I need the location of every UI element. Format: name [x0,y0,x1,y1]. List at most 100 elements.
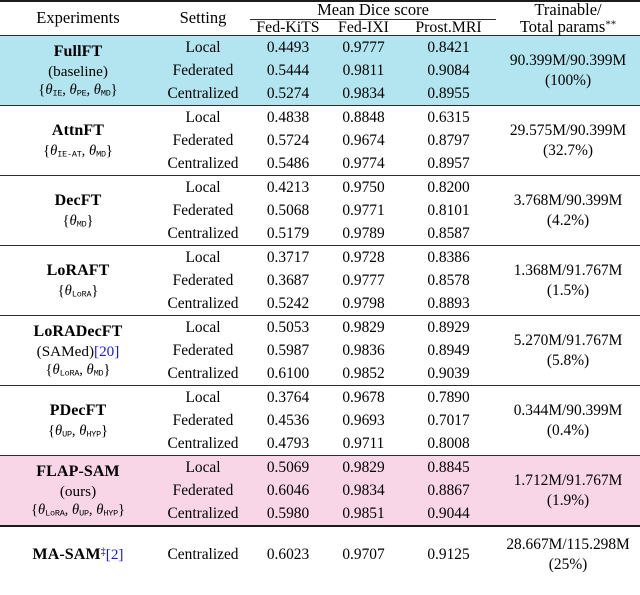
dice-fed-kits-cell: 0.5069 [250,455,326,480]
dice-prost-mri-cell: 0.8578 [427,272,470,290]
experiment-subtitle: (SAMed)[20] [36,342,120,360]
setting-cell: Centralized [167,435,239,453]
dice-fed-ixi-cell: 0.9707 [326,525,401,583]
dice-fed-kits-cell: 0.3687 [266,272,310,290]
experiment-name: LoRAFT [46,262,110,280]
params-count: 0.344M/90.399M [513,401,623,419]
dice-fed-kits-cell: 0.4793 [266,435,310,453]
dice-fed-kits-cell: 0.4536 [266,412,310,430]
setting-cell: Federated [172,482,234,500]
params-percent: (32.7%) [543,141,594,159]
dice-fed-ixi-cell: 0.9852 [342,365,385,383]
dice-fed-kits-cell: 0.5724 [266,132,310,150]
dice-prost-mri-cell: 0.8421 [401,35,497,60]
setting-cell: Local [156,455,250,480]
dice-fed-ixi-cell: 0.9829 [326,315,401,340]
dice-fed-kits-cell: 0.5179 [266,225,310,243]
experiment-label-cell-final: MA-SAM‡[2] [0,525,156,583]
dice-fed-kits-cell: 0.5987 [266,342,310,360]
dice-fed-kits-cell: 0.5242 [266,295,310,313]
dice-prost-mri-cell: 0.9044 [427,505,470,523]
experiment-label-cell: LoRADecFT (SAMed)[20] {θLoRA, θMD} [0,315,156,386]
trainable-params-cell: 1.368M/91.767M (1.5%) [496,245,640,316]
header-mean-dice: Mean Dice score [250,0,497,20]
dice-fed-ixi-cell: 0.9693 [342,412,385,430]
dice-fed-ixi-cell: 0.9834 [342,482,385,500]
header-row-top: Experiments Setting Mean Dice score Trai… [0,0,640,36]
params-count: 3.768M/90.399M [513,191,623,209]
dice-fed-kits-cell: 0.4493 [250,35,326,60]
dice-prost-mri-cell: 0.8101 [427,202,470,220]
table-row: PDecFT {θUP, θHYP} Local 0.3764 0.9678 0.7890… [0,385,640,456]
header-prost-mri: Prost.MRI [415,18,482,36]
dice-fed-ixi-cell: 0.9728 [326,245,401,270]
experiment-parameter-set: {θLoRA, θMD} [45,362,111,380]
params-count: 90.399M/90.399M [509,51,627,69]
experiment-subtitle: (baseline) [48,62,108,80]
citation-link[interactable]: [20] [94,343,119,360]
citation-link[interactable]: [2] [106,546,124,563]
dice-prost-mri-cell: 0.7017 [427,412,470,430]
trainable-params-cell: 5.270M/91.767M (5.8%) [496,315,640,386]
experiment-subtitle: (ours) [59,482,97,500]
dice-fed-kits-cell: 0.3717 [250,245,326,270]
experiment-label-cell: FullFT (baseline) {θIE, θPE, θMD} [0,35,156,106]
dice-fed-kits-cell: 0.5274 [266,85,310,103]
table-row: LoRADecFT (SAMed)[20] {θLoRA, θMD} Local 0.5… [0,315,640,386]
experiment-parameter-set: {θUP, θHYP} [47,422,109,440]
setting-cell: Federated [172,272,234,290]
setting-cell: Local [156,245,250,270]
table-row: FullFT (baseline) {θIE, θPE, θMD} Local 0.44… [0,35,640,106]
params-percent: (4.2%) [546,211,590,229]
table-row: DecFT {θMD} Local 0.4213 0.9750 0.8200 3.768M/… [0,175,640,246]
experiment-name: AttnFT [51,122,105,140]
setting-cell: Local [156,315,250,340]
dice-prost-mri-cell: 0.8008 [427,435,470,453]
dice-fed-kits-cell: 0.6046 [266,482,310,500]
dice-fed-ixi-cell: 0.9774 [342,155,385,173]
params-percent: (100%) [544,71,592,89]
setting-cell: Federated [172,342,234,360]
experiment-parameter-set: {θIE, θPE, θMD} [38,82,118,100]
dice-fed-ixi-cell: 0.9798 [342,295,385,313]
setting-cell: Federated [172,412,234,430]
header-fed-kits: Fed-KiTS [256,18,320,36]
trainable-params-cell: 3.768M/90.399M (4.2%) [496,175,640,246]
dice-prost-mri-cell: 0.8955 [427,85,470,103]
params-count: 1.712M/91.767M [513,471,623,489]
setting-cell: Centralized [167,505,239,523]
setting-cell: Local [156,175,250,200]
setting-cell: Federated [172,132,234,150]
setting-cell: Centralized [167,85,239,103]
table-header: Experiments Setting Mean Dice score Trai… [0,0,640,36]
dice-fed-ixi-cell: 0.8848 [326,105,401,130]
setting-cell: Centralized [167,225,239,243]
dice-fed-kits-cell: 0.5980 [266,505,310,523]
dice-prost-mri-cell: 0.8957 [427,155,470,173]
params-count: 29.575M/90.399M [509,121,627,139]
dice-fed-ixi-cell: 0.9811 [342,62,385,80]
experiment-label-cell: LoRAFT {θLoRA} [0,245,156,316]
setting-cell: Centralized [167,295,239,313]
experiment-name: FLAP-SAM [36,462,120,480]
table-row: AttnFT {θIE-AT, θMD} Local 0.4838 0.8848 0.63… [0,105,640,176]
header-trainable-params: Trainable/ Total params** [496,0,640,36]
experiment-label-cell: PDecFT {θUP, θHYP} [0,385,156,456]
table-row: FLAP-SAM (ours) {θLoRA, θUP, θHYP} Local 0.5… [0,455,640,527]
dice-fed-ixi-cell: 0.9836 [342,342,385,360]
experiment-name: DecFT [54,192,102,210]
dice-fed-kits-cell: 0.6100 [266,365,310,383]
dice-fed-kits-cell: 0.4838 [250,105,326,130]
trainable-params-cell: 29.575M/90.399M (32.7%) [496,105,640,176]
experiment-parameter-set: {θLoRA} [57,282,99,300]
dice-prost-mri-cell: 0.8587 [427,225,470,243]
dice-fed-kits-cell: 0.4213 [250,175,326,200]
setting-cell: Centralized [167,155,239,173]
table-row-final: MA-SAM‡[2] Centralized 0.6023 0.9707 0.9125 2… [0,525,640,583]
dice-fed-ixi-cell: 0.9674 [342,132,385,150]
dice-fed-kits-cell: 0.5444 [266,62,310,80]
trainable-params-cell: 28.667M/115.298M (25%) [496,525,640,583]
setting-cell: Federated [172,62,234,80]
dice-prost-mri-cell: 0.8893 [427,295,470,313]
experiment-parameter-set: {θMD} [62,212,94,230]
